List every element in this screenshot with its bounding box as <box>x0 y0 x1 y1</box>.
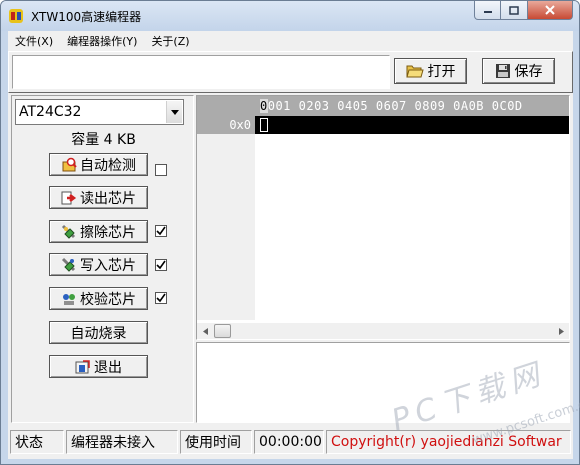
chip-model-value: AT24C32 <box>19 104 82 120</box>
verify-chip-checkbox[interactable] <box>155 292 167 304</box>
auto-detect-button[interactable]: 自动检测 <box>49 153 148 176</box>
menu-about[interactable]: 关于(Z) <box>144 33 196 49</box>
menu-file[interactable]: 文件(X) <box>8 33 60 49</box>
chip-capacity: 容量 4 KB <box>71 132 136 148</box>
erase-chip-button[interactable]: 擦除芯片 <box>49 220 148 243</box>
save-button[interactable]: 保存 <box>482 58 555 84</box>
hex-row-address: 0x0 <box>197 116 255 134</box>
window-title: XTW100高速编程器 <box>31 10 142 24</box>
checkmark-icon <box>156 293 166 303</box>
status-label: 状态 <box>10 430 64 454</box>
write-chip-checkbox[interactable] <box>155 259 167 271</box>
file-path-field[interactable] <box>12 55 390 89</box>
scroll-right-icon <box>558 327 564 335</box>
read-chip-label: 读出芯片 <box>80 190 136 207</box>
close-button[interactable] <box>528 1 573 20</box>
hex-header-corner <box>197 96 255 116</box>
verify-chip-label: 校验芯片 <box>80 291 136 308</box>
exit-icon <box>75 359 90 373</box>
control-panel: AT24C32 容量 4 KB 自动检测 读出芯片 擦除芯片 写入芯片 校验芯片… <box>11 95 194 423</box>
auto-burn-label: 自动烧录 <box>70 325 127 342</box>
scroll-right-button[interactable] <box>553 323 569 339</box>
auto-detect-checkbox[interactable] <box>155 164 167 176</box>
auto-detect-icon <box>62 157 77 171</box>
hex-column-labels: 0001 0203 0405 0607 0809 0A0B 0C0D <box>260 99 523 113</box>
horizontal-scrollbar[interactable] <box>197 323 569 339</box>
read-chip-button[interactable]: 读出芯片 <box>49 186 148 209</box>
status-bar: 状态 编程器未接入 使用时间 00:00:00 Copyright(r) yao… <box>8 428 573 456</box>
copyright-text: Copyright(r) yaojiedianzi Softwar <box>326 430 571 454</box>
exit-label: 退出 <box>94 359 122 376</box>
app-icon <box>9 9 23 23</box>
chevron-down-icon <box>170 109 179 115</box>
toolbar-panel: 打开 保存 <box>8 51 573 93</box>
minimize-icon <box>483 11 492 13</box>
erase-chip-label: 擦除芯片 <box>80 224 136 241</box>
write-chip-label: 写入芯片 <box>80 257 136 274</box>
scroll-left-button[interactable] <box>197 323 213 339</box>
usage-time-value: 00:00:00 <box>254 430 324 454</box>
checkmark-icon <box>156 260 166 270</box>
open-label: 打开 <box>427 64 456 80</box>
scroll-left-icon <box>202 327 208 335</box>
close-icon <box>545 5 555 15</box>
hex-col-rest: 001 0203 0405 0607 0809 0A0B 0C0D <box>267 99 523 113</box>
write-chip-button[interactable]: 写入芯片 <box>49 253 148 276</box>
hex-first-col: 0 <box>260 99 268 113</box>
hex-cursor <box>260 118 268 132</box>
scroll-thumb[interactable] <box>214 324 231 338</box>
connection-status: 编程器未接入 <box>66 430 178 454</box>
verify-chip-icon <box>63 293 75 305</box>
maximize-icon <box>509 5 519 15</box>
hex-data-row[interactable] <box>255 116 569 134</box>
dropdown-button[interactable] <box>166 101 182 123</box>
erase-chip-icon <box>61 224 76 239</box>
save-label: 保存 <box>514 64 543 80</box>
menu-programmer[interactable]: 编程器操作(Y) <box>60 33 144 49</box>
exit-button[interactable]: 退出 <box>49 355 148 378</box>
write-chip-icon <box>61 257 76 272</box>
read-chip-icon <box>61 191 77 204</box>
erase-chip-checkbox[interactable] <box>155 225 167 237</box>
minimize-button[interactable] <box>474 1 501 20</box>
auto-detect-label: 自动检测 <box>80 157 136 174</box>
checkmark-icon <box>156 226 166 236</box>
usage-time-label: 使用时间 <box>180 430 252 454</box>
app-window: XTW100高速编程器 文件(X) 编程器操作(Y) 关于(Z) 打开 保存 A… <box>0 0 580 465</box>
chip-model-select[interactable]: AT24C32 <box>15 99 184 125</box>
maximize-button[interactable] <box>501 1 528 20</box>
open-button[interactable]: 打开 <box>394 58 467 84</box>
client-area: 文件(X) 编程器操作(Y) 关于(Z) 打开 保存 AT24C32 容量 4 … <box>8 31 573 459</box>
log-output[interactable] <box>196 342 570 423</box>
menu-bar: 文件(X) 编程器操作(Y) 关于(Z) <box>8 31 573 51</box>
folder-open-icon <box>405 65 424 78</box>
hex-address-gutter <box>197 116 255 320</box>
title-bar[interactable]: XTW100高速编程器 <box>1 1 579 31</box>
hex-editor[interactable]: 0001 0203 0405 0607 0809 0A0B 0C0D 0x0 <box>196 95 570 340</box>
save-disk-icon <box>495 64 510 78</box>
verify-chip-button[interactable]: 校验芯片 <box>49 287 148 310</box>
auto-burn-button[interactable]: 自动烧录 <box>49 321 148 344</box>
